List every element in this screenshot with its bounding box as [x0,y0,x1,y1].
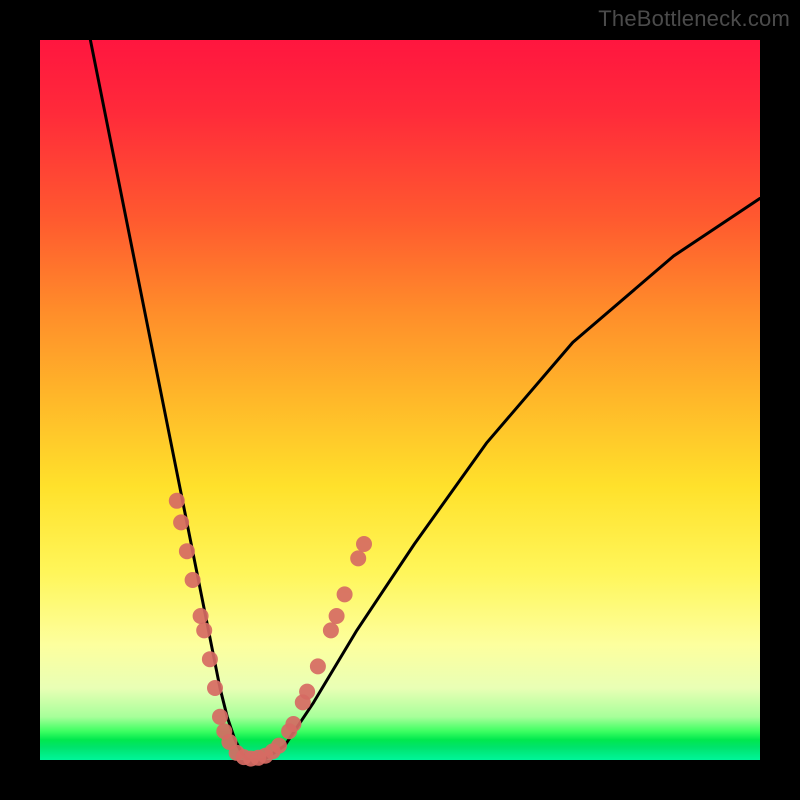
marker-dot [271,738,287,754]
marker-dot [173,514,189,530]
watermark-text: TheBottleneck.com [598,6,790,32]
marker-dot [212,709,228,725]
marker-dot [185,572,201,588]
marker-dot [285,716,301,732]
marker-dot [202,651,218,667]
marker-dot [179,543,195,559]
marker-dot [356,536,372,552]
marker-dot [299,684,315,700]
marker-dot [193,608,209,624]
chart-frame: TheBottleneck.com [0,0,800,800]
chart-svg [40,40,760,760]
marker-dot [196,622,212,638]
bottleneck-curve [90,40,760,760]
marker-dot [207,680,223,696]
curve-path [90,40,760,760]
marker-dot [169,493,185,509]
marker-group [169,493,372,767]
marker-dot [310,658,326,674]
plot-area [40,40,760,760]
marker-dot [329,608,345,624]
marker-dot [337,586,353,602]
marker-dot [323,622,339,638]
marker-dot [350,550,366,566]
